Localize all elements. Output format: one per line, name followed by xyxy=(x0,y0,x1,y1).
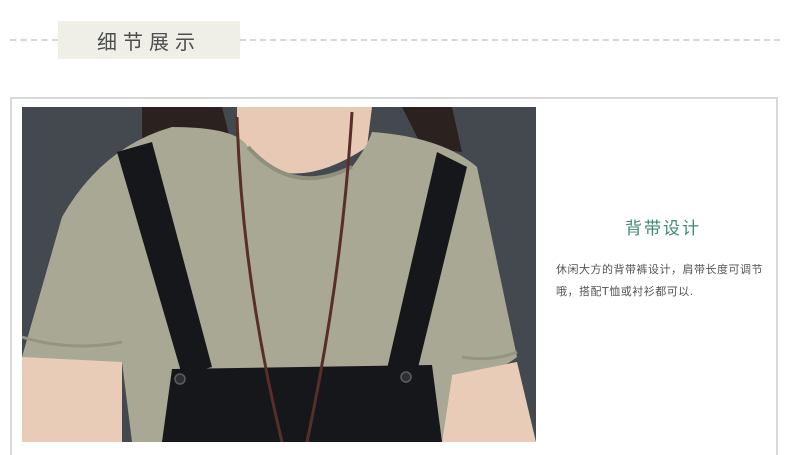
header-divider-left xyxy=(10,39,58,41)
section-title: 细节展示 xyxy=(97,29,201,54)
feature-callout: 背带设计 休闲大方的背带裤设计，肩带长度可调节哦，搭配T恤或衬衫都可以. xyxy=(556,214,770,303)
feature-description: 休闲大方的背带裤设计，肩带长度可调节哦，搭配T恤或衬衫都可以. xyxy=(556,263,763,298)
header-divider-right xyxy=(240,39,780,41)
feature-title: 背带设计 xyxy=(625,219,701,239)
product-detail-photo xyxy=(22,107,536,442)
photo-illustration xyxy=(22,107,536,442)
section-title-tag: 细节展示 xyxy=(58,21,240,59)
